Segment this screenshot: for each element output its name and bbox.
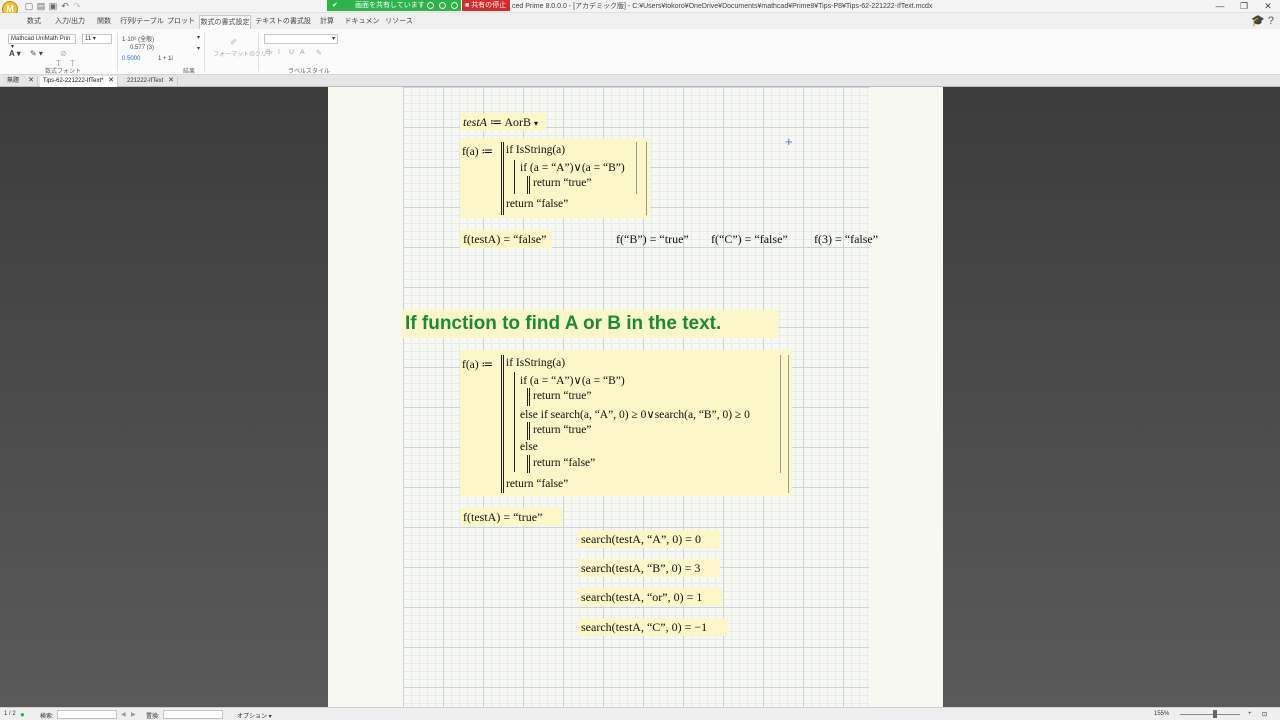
search-label: 検索: [40,714,54,720]
status-bar: 1 / 2 ● 検索: ◀ ▶ 置換: オプション ▾ 155% + ⊡ [0,707,1280,720]
search-input[interactable] [57,710,117,719]
share-check-icon: ✔ [332,2,338,9]
search-result-C[interactable]: search(testA, “C”, 0) = −1 [578,618,728,636]
evaluation-f-C[interactable]: f(“C”) = “false” [711,232,788,247]
doc-tab-iftext[interactable]: 221222-IfText ✕ [124,76,178,87]
tab-math[interactable]: 数式 [20,15,48,29]
font-color-button[interactable]: A ▾ [9,49,21,58]
tab-plots[interactable]: プロット [166,15,196,29]
close-tab-icon[interactable]: ✕ [28,76,34,86]
format-general[interactable]: 1·10⁶ (全般) [122,34,154,43]
ribbon-tabs: 数式 入力/出力 関数 行列/テーブル プロット 数式の書式設定 テキストの書式… [0,13,1280,38]
save-icon[interactable]: ▣ [48,1,58,11]
tab-resources[interactable]: リソース [385,15,413,29]
search-result-or[interactable]: search(testA, “or”, 0) = 1 [578,588,722,606]
fit-page-icon[interactable]: ⊡ [1262,711,1267,718]
title-bar: M ▢ ▤ ▣ ↶ ↷ ✔ 画面を共有しています ■ 共有の停止 ced Pri… [0,0,1280,17]
format-painter-icon[interactable]: ✐ [230,37,238,48]
group-label-result: 結果 [183,69,196,75]
search-next-icon[interactable]: ▶ [131,711,136,718]
redo-icon[interactable]: ↷ [72,1,82,11]
stop-sharing-button[interactable]: ■ 共有の停止 [462,0,510,11]
pause-icon[interactable] [439,2,446,9]
zoom-level: 155% [1154,711,1170,717]
doc-tab-untitled[interactable]: 無題 ✕ [4,76,38,87]
doc-tab-tips[interactable]: Tips-62-221222-IfText* ✕ [40,76,118,87]
tab-input-output[interactable]: 入力/出力 [52,15,88,29]
tab-document[interactable]: ドキュメント [342,15,382,38]
new-document-icon[interactable]: ▢ [24,1,34,11]
label-underline-icon[interactable]: U [289,49,294,56]
group-label-font: 数式フォント [45,69,82,75]
tab-calculation[interactable]: 計算 [315,15,339,29]
clear-format-icon[interactable]: ⊘ [60,49,67,58]
window-title: ced Prime 8.0.0.0 - [アカデミック版] - C:¥Users… [512,3,933,10]
undo-icon[interactable]: ↶ [60,1,70,11]
zoom-slider-thumb[interactable] [1213,710,1217,718]
restore-icon[interactable]: ❐ [1234,0,1254,12]
evaluation-f-B[interactable]: f(“B”) = “true” [616,232,689,247]
tab-text-formatting[interactable]: テキストの書式設定 [254,15,312,38]
highlight-button[interactable]: ✎ ▾ [30,49,43,58]
tab-functions[interactable]: 関数 [92,15,116,29]
replace-input[interactable] [163,710,223,719]
label-color-icon[interactable]: A [300,49,305,56]
font-size-select[interactable]: 11 ▾ [82,34,112,44]
tab-math-formatting[interactable]: 数式の書式設定 [199,15,251,29]
left-margin-area [0,87,328,707]
zoom-slider[interactable] [1180,714,1240,715]
ribbon-panel: Mathcad UniMath Prin ▾ 11 ▾ A ▾ ✎ ▾ ⊘ T … [0,29,1280,75]
help-icon[interactable]: 🎓 ? [1251,14,1274,27]
tab-matrices-tables[interactable]: 行列/テーブル [120,15,164,29]
screen-sharing-banner: ✔ 画面を共有しています [327,0,461,11]
section-heading[interactable]: If function to find A or B in the text. [402,310,778,338]
calc-status-icon: ● [20,710,25,719]
chevron-down-icon[interactable]: ▾ [534,119,538,128]
function-definition-1[interactable]: f(a) ≔ if IsString(a) if (a = “A”)∨(a = … [460,138,650,218]
close-tab-icon[interactable]: ✕ [108,76,114,86]
evaluation-f-testA-1[interactable]: f(testA) = “false” [460,230,552,248]
format-decimal[interactable]: 0.577 (3) [130,45,154,51]
stop-circle-icon[interactable] [451,2,458,9]
open-folder-icon[interactable]: ▤ [36,1,46,11]
mic-icon[interactable] [427,2,434,9]
format-painter-button[interactable]: フォーマットのクリア [213,49,273,58]
right-margin-area [943,87,1280,707]
evaluation-f-3[interactable]: f(3) = “false” [814,232,878,247]
evaluation-f-testA-2[interactable]: f(testA) = “true” [460,508,562,526]
label-italic-icon[interactable]: I [278,49,280,56]
search-result-B[interactable]: search(testA, “B”, 0) = 3 [578,559,720,577]
label-style-select[interactable]: ▾ [264,34,338,44]
format-fixed[interactable]: 0.5000 [122,56,140,62]
options-button[interactable]: オプション ▾ [237,711,272,720]
format-complex[interactable]: 1 + 1i [158,56,173,62]
zoom-in-icon[interactable]: + [1248,711,1252,717]
minimize-icon[interactable]: — [1210,0,1230,12]
label-bold-icon[interactable]: B [266,49,271,56]
search-prev-icon[interactable]: ◀ [121,711,126,718]
document-tabs: 無題 ✕ Tips-62-221222-IfText* ✕ 221222-IfTex… [0,75,1280,87]
group-label-label-style: ラベルスタイル [288,69,331,75]
search-result-A[interactable]: search(testA, “A”, 0) = 0 [578,530,720,548]
close-tab-icon[interactable]: ✕ [168,76,174,86]
font-name-select[interactable]: Mathcad UniMath Prin ▾ [8,34,76,50]
testA-definition[interactable]: testA ≔ AorB ▾ [460,113,546,131]
insertion-crosshair-icon: + [785,134,793,149]
page-indicator: 1 / 2 [4,711,16,717]
function-definition-2[interactable]: f(a) ≔ if IsString(a) if (a = “A”)∨(a = … [460,350,792,496]
replace-label: 置換: [146,714,160,720]
label-highlight-icon[interactable]: ✎ [316,49,322,57]
close-icon[interactable]: ✕ [1258,0,1278,12]
